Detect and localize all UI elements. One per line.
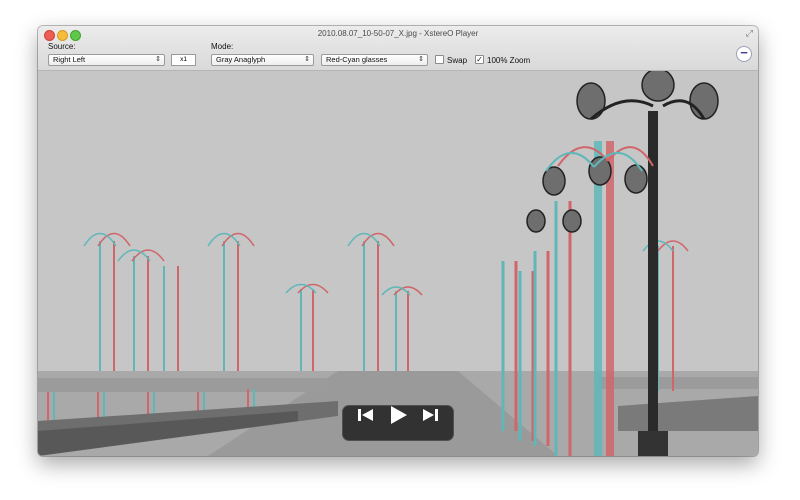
- anaglyph-photo: [38, 71, 758, 456]
- anaglyph-image-view[interactable]: [38, 71, 758, 456]
- play-icon[interactable]: [388, 405, 408, 425]
- next-icon[interactable]: [420, 405, 440, 425]
- title-bar: 2010.08.07_10-50-07_X.jpg - XstereO Play…: [38, 26, 758, 71]
- zoom-checkbox[interactable]: ✓: [475, 55, 484, 64]
- zoom-label: 100% Zoom: [487, 56, 531, 65]
- multiplier-field[interactable]: x1: [171, 54, 196, 66]
- swap-checkbox[interactable]: [435, 55, 444, 64]
- mode-label: Mode:: [211, 42, 234, 51]
- source-label: Source:: [48, 42, 76, 51]
- glasses-select-value: Red-Cyan glasses: [326, 55, 388, 64]
- mode-select[interactable]: Gray Anaglyph ⇕: [211, 54, 314, 66]
- window-title: 2010.08.07_10-50-07_X.jpg - XstereO Play…: [317, 29, 479, 38]
- playback-controls: [342, 405, 454, 441]
- select-arrows-icon: ⇕: [418, 56, 424, 63]
- previous-icon[interactable]: [356, 405, 376, 425]
- checkmark-icon: ✓: [476, 55, 483, 64]
- mode-select-value: Gray Anaglyph: [216, 55, 266, 64]
- zoom-out-button[interactable]: −: [736, 46, 752, 62]
- fullscreen-icon[interactable]: ⤢: [746, 28, 753, 39]
- swap-label: Swap: [447, 56, 468, 65]
- source-select[interactable]: Right Left ⇕: [48, 54, 165, 66]
- select-arrows-icon: ⇕: [155, 56, 161, 63]
- select-arrows-icon: ⇕: [304, 56, 310, 63]
- minus-icon: −: [740, 45, 748, 60]
- glasses-select[interactable]: Red-Cyan glasses ⇕: [321, 54, 428, 66]
- app-window: 2010.08.07_10-50-07_X.jpg - XstereO Play…: [38, 26, 758, 456]
- source-select-value: Right Left: [53, 55, 86, 64]
